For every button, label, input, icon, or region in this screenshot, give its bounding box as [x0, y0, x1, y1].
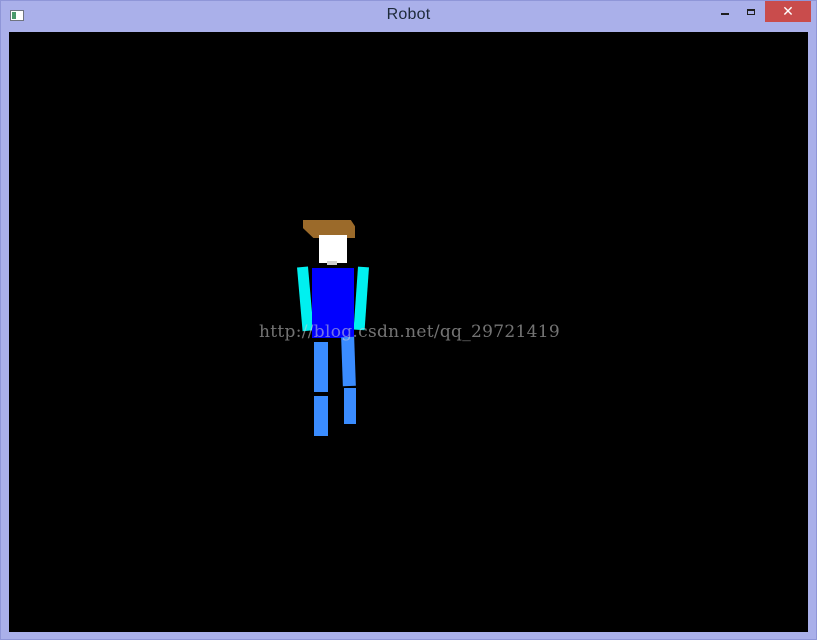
robot-right-shin [344, 388, 356, 424]
window-title: Robot [386, 6, 431, 23]
close-button[interactable]: ✕ [765, 1, 811, 22]
robot-right-thigh [341, 336, 356, 387]
robot-face [319, 235, 347, 263]
close-icon: ✕ [782, 3, 794, 19]
maximize-button[interactable] [739, 1, 763, 22]
minimize-icon [721, 13, 729, 15]
robot-left-thigh [314, 342, 328, 392]
title-bar[interactable]: Robot ✕ [1, 1, 816, 31]
minimize-button[interactable] [713, 1, 737, 22]
robot-neck [327, 261, 337, 265]
app-window: Robot ✕ http://blog.csdn.net/qq_29721419 [0, 0, 817, 640]
watermark-text: http://blog.csdn.net/qq_29721419 [259, 322, 560, 342]
robot-left-shin [314, 396, 328, 436]
maximize-icon [747, 8, 755, 15]
robot-right-arm [353, 266, 369, 331]
render-canvas[interactable]: http://blog.csdn.net/qq_29721419 [9, 32, 808, 632]
